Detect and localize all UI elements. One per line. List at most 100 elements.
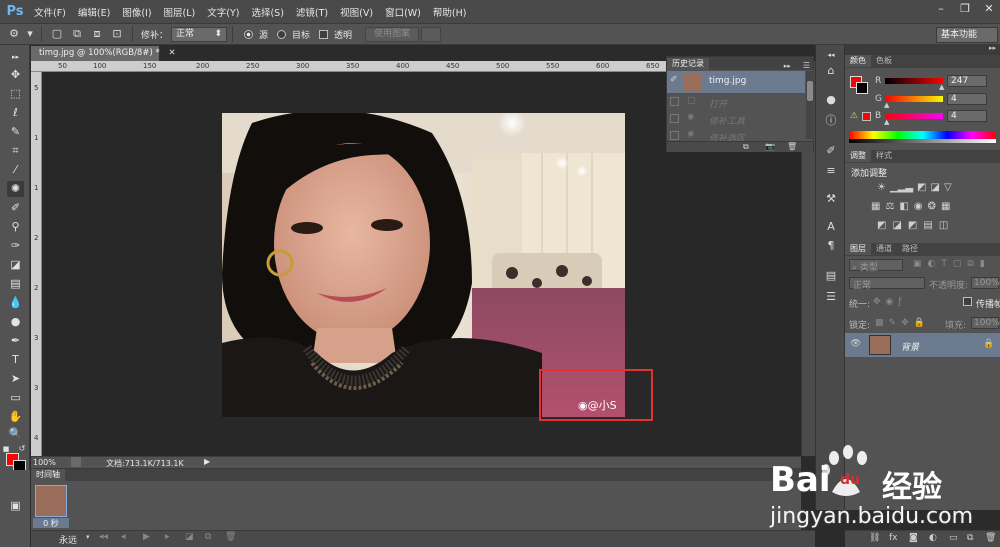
previous-frame-icon[interactable]: ◂ — [121, 532, 126, 542]
minimize-icon[interactable]: – — [934, 2, 948, 16]
history-snapshot-row[interactable]: ✐ timg.jpg — [667, 71, 805, 93]
first-frame-icon[interactable]: ◂◂ — [99, 532, 108, 542]
tween-icon[interactable]: ◪ — [185, 532, 194, 542]
history-step[interactable]: ▢ 打开 — [667, 94, 805, 111]
dodge-tool-icon[interactable]: ● — [7, 314, 24, 330]
history-step[interactable]: ✺ 修补工具 — [667, 111, 805, 128]
new-selection-icon[interactable]: ▢ — [49, 26, 65, 42]
layer-name[interactable]: 背景 — [901, 340, 919, 353]
blue-value-input[interactable]: 4 — [947, 110, 987, 122]
filter-adjustment-icon[interactable]: ◐ — [928, 259, 936, 269]
filter-smart-icon[interactable]: ⧉ — [967, 259, 973, 269]
tab-paths[interactable]: 路径 — [897, 243, 923, 255]
screen-mode-icon[interactable]: ▣ — [7, 498, 24, 514]
history-scrollbar[interactable] — [806, 71, 814, 139]
gradient-tool-icon[interactable]: ▤ — [7, 276, 24, 292]
link-layers-icon[interactable]: ⛓ — [869, 533, 880, 543]
color-lookup-icon[interactable]: ▦ — [941, 201, 950, 212]
intersect-selection-icon[interactable]: ⊡ — [109, 26, 125, 42]
patch-mode-select[interactable]: 正常 ⬍ — [171, 26, 228, 42]
black-white-icon[interactable]: ◧ — [899, 201, 908, 212]
color-balance-icon[interactable]: ⚖ — [885, 201, 894, 212]
menu-window[interactable]: 窗口(W) — [379, 5, 427, 19]
tab-history[interactable]: 历史记录 — [667, 58, 709, 70]
use-pattern-button[interactable]: 使用图案 — [365, 26, 420, 42]
quick-select-tool-icon[interactable]: ✎ — [7, 124, 24, 140]
layer-style-icon[interactable]: fx — [889, 533, 898, 543]
blend-mode-select[interactable]: 正常 — [849, 277, 925, 291]
frame-delay[interactable]: 0 秒 — [33, 518, 69, 528]
slider-thumb-icon[interactable]: ▲ — [884, 101, 889, 109]
tab-adjustments[interactable]: 调整 — [845, 150, 871, 162]
posterize-icon[interactable]: ◪ — [892, 220, 901, 231]
history-step[interactable]: ✺ 修补选区 — [667, 128, 805, 142]
new-snapshot-icon[interactable]: 📷 — [765, 142, 775, 151]
opacity-input[interactable]: 100% — [971, 277, 1000, 289]
lock-position-icon[interactable]: ✥ — [901, 318, 909, 328]
unify-position-icon[interactable]: ✥ — [873, 297, 881, 307]
menu-select[interactable]: 选择(S) — [245, 5, 289, 19]
status-icon[interactable] — [71, 457, 81, 467]
menu-filter[interactable]: 滤镜(T) — [290, 5, 334, 19]
zoom-level[interactable]: 100% — [33, 458, 56, 467]
history-scrollbar-thumb[interactable] — [807, 81, 813, 101]
vibrance-icon[interactable]: ▽ — [944, 182, 952, 193]
tab-timeline[interactable]: 时间轴 — [31, 469, 65, 481]
adjustment-layer-icon[interactable]: ◐ — [929, 533, 937, 543]
gradient-map-icon[interactable]: ◫ — [939, 220, 948, 231]
restore-icon[interactable]: ❐ — [958, 2, 972, 16]
clone-stamp-tool-icon[interactable]: ⚲ — [7, 219, 24, 235]
layer-mask-icon[interactable]: ◙ — [909, 533, 918, 543]
menu-image[interactable]: 图像(I) — [116, 5, 157, 19]
actions-panel-icon[interactable]: ▤ — [823, 268, 839, 284]
character-panel-icon[interactable]: A — [823, 219, 839, 235]
pattern-picker[interactable] — [421, 26, 442, 42]
panel-collapse-icon[interactable]: ▸▸ — [784, 62, 791, 70]
unify-style-icon[interactable]: ƒ — [898, 297, 901, 307]
patch-tool-preset-icon[interactable]: ⚙ — [6, 26, 22, 42]
notes-panel-icon[interactable]: ☰ — [823, 289, 839, 305]
lasso-tool-icon[interactable]: ℓ — [7, 105, 24, 121]
slider-thumb-icon[interactable]: ▲ — [939, 83, 944, 91]
lock-pixels-icon[interactable]: ✎ — [889, 318, 897, 328]
document-tab[interactable]: timg.jpg @ 100%(RGB/8#) * ✕ — [31, 46, 176, 61]
red-slider[interactable] — [885, 78, 943, 84]
path-select-tool-icon[interactable]: ➤ — [7, 371, 24, 387]
eye-icon[interactable]: 👁 — [850, 339, 861, 349]
blue-slider[interactable] — [885, 113, 943, 119]
history-state-checkbox[interactable] — [670, 97, 679, 106]
filter-pixel-icon[interactable]: ▣ — [913, 259, 922, 269]
gamut-swatch[interactable] — [862, 112, 871, 121]
menu-file[interactable]: 文件(F) — [28, 5, 72, 19]
menu-edit[interactable]: 编辑(E) — [72, 5, 116, 19]
tab-channels[interactable]: 通道 — [871, 243, 897, 255]
unify-visibility-icon[interactable]: ◉ — [886, 297, 894, 307]
color-background-swatch[interactable] — [856, 82, 868, 94]
propagate-frame-checkbox[interactable] — [963, 297, 972, 306]
channel-mixer-icon[interactable]: ❂ — [928, 201, 936, 212]
source-radio[interactable] — [244, 29, 254, 39]
slider-thumb-icon[interactable]: ▲ — [884, 118, 889, 126]
grayscale-bar[interactable] — [849, 139, 996, 143]
preset-dropdown-icon[interactable]: ▾ — [26, 26, 34, 42]
chevron-down-icon[interactable]: ▾ — [86, 533, 90, 541]
brightness-contrast-icon[interactable]: ☀ — [877, 182, 886, 193]
photo-filter-icon[interactable]: ◉ — [914, 201, 923, 212]
paragraph-panel-icon[interactable]: ¶ — [823, 238, 839, 254]
invert-icon[interactable]: ◩ — [877, 220, 886, 231]
new-document-from-state-icon[interactable]: ⧉ — [743, 142, 749, 152]
panel-menu-icon[interactable]: ☰ — [803, 61, 810, 70]
subtract-selection-icon[interactable]: ⧈ — [89, 26, 105, 42]
red-value-input[interactable]: 247 — [947, 75, 987, 87]
brush-presets-icon[interactable]: ≡ — [823, 163, 839, 179]
filter-type-icon[interactable]: T — [941, 259, 947, 269]
play-icon[interactable]: ▶ — [143, 532, 150, 542]
green-value-input[interactable]: 4 — [947, 93, 987, 105]
filter-toggle-icon[interactable]: ▮ — [980, 259, 985, 269]
workspace-select[interactable]: 基本功能 — [936, 27, 998, 43]
brush-tool-icon[interactable]: ✐ — [7, 200, 24, 216]
menu-type[interactable]: 文字(Y) — [201, 5, 245, 19]
eyedropper-tool-icon[interactable]: ⁄ — [7, 162, 24, 178]
loop-select[interactable]: 永远 — [59, 533, 77, 546]
lock-all-icon[interactable]: 🔒 — [914, 318, 925, 328]
